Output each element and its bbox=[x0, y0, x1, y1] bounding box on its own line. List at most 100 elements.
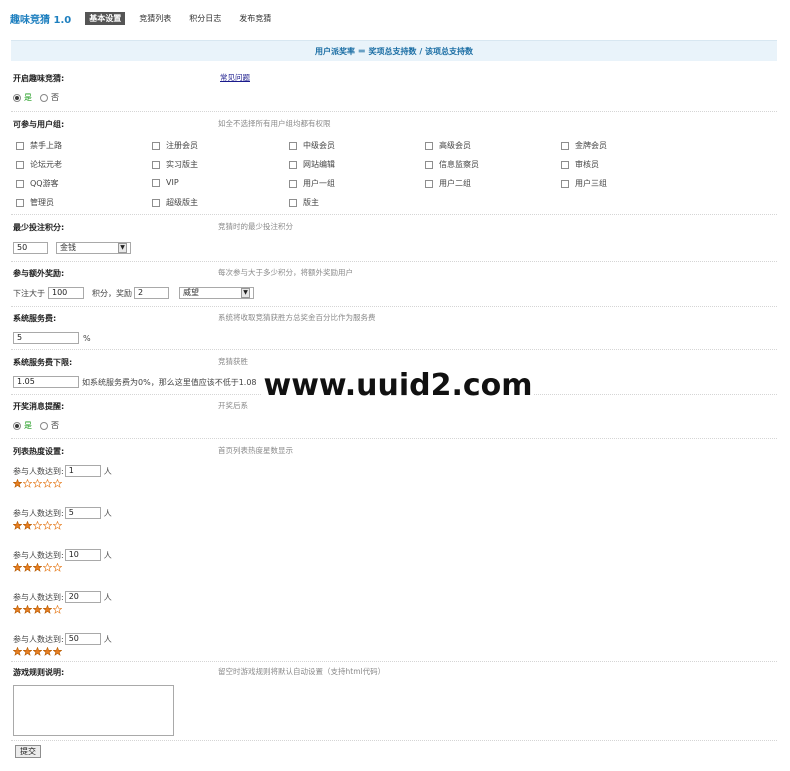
rules-hint: 留空时游戏规则将默认自动设置（支持html代码） bbox=[218, 667, 386, 676]
checkbox[interactable] bbox=[152, 141, 160, 150]
tab-publish-guess[interactable]: 发布竞猜 bbox=[235, 12, 275, 25]
checkbox[interactable] bbox=[16, 141, 24, 150]
extra-threshold-input[interactable]: 100 bbox=[48, 287, 84, 299]
group-checkbox[interactable]: 禁手上路 bbox=[16, 140, 62, 151]
open-radio-group: 是 否 bbox=[13, 92, 67, 103]
group-checkbox[interactable]: 中级会员 bbox=[289, 140, 335, 151]
checkbox[interactable] bbox=[289, 198, 297, 207]
hot-prefix: 参与人数达到: bbox=[13, 634, 64, 644]
formula-banner: 用户派奖率 ＝ 奖项总支持数 / 该项总支持数 bbox=[11, 40, 777, 61]
tab-guess-list[interactable]: 竞猜列表 bbox=[135, 12, 175, 25]
fee-input[interactable]: 5 bbox=[13, 332, 79, 344]
group-label: 管理员 bbox=[30, 198, 54, 207]
open-yes-radio[interactable] bbox=[13, 93, 21, 102]
submit-button[interactable]: 提交 bbox=[15, 745, 41, 758]
group-checkbox[interactable]: 注册会员 bbox=[152, 140, 198, 151]
hot-level-input[interactable]: 50 bbox=[64, 633, 101, 645]
min-bet-hint: 竞猜时的最少投注积分 bbox=[218, 222, 293, 231]
star-filled-icon bbox=[33, 563, 42, 572]
divider bbox=[11, 740, 777, 741]
extra-text-2: 积分，奖励 bbox=[92, 288, 132, 298]
open-label: 开启趣味竞猜: bbox=[13, 74, 65, 83]
checkbox[interactable] bbox=[16, 198, 24, 207]
extra-currency-select[interactable]: 威望 ▼ bbox=[179, 287, 254, 299]
star-empty-icon bbox=[43, 479, 52, 488]
group-checkbox[interactable]: 高级会员 bbox=[425, 140, 471, 151]
checkbox[interactable] bbox=[289, 160, 297, 169]
group-checkbox[interactable]: 管理员 bbox=[16, 197, 54, 208]
checkbox[interactable] bbox=[289, 179, 297, 188]
group-checkbox[interactable]: 审核员 bbox=[561, 159, 599, 170]
checkbox[interactable] bbox=[152, 178, 160, 187]
group-label: 中级会员 bbox=[303, 141, 335, 150]
star-filled-icon bbox=[13, 479, 22, 488]
star-empty-icon bbox=[53, 479, 62, 488]
group-label: 论坛元老 bbox=[30, 160, 62, 169]
group-checkbox[interactable]: 用户一组 bbox=[289, 178, 335, 189]
fee-label: 系统服务费: bbox=[13, 314, 57, 323]
group-checkbox[interactable]: VIP bbox=[152, 178, 179, 187]
star-filled-icon bbox=[23, 563, 32, 572]
groups-hint: 如全不选择所有用户组均都有权限 bbox=[218, 119, 331, 128]
notify-no-radio[interactable] bbox=[40, 421, 48, 430]
group-checkbox[interactable]: 版主 bbox=[289, 197, 319, 208]
tab-basic-settings[interactable]: 基本设置 bbox=[85, 11, 126, 25]
fee-row: 5 % bbox=[13, 332, 91, 344]
group-checkbox[interactable]: 实习版主 bbox=[152, 159, 198, 170]
star-filled-icon bbox=[23, 647, 32, 656]
select-value: 金钱 bbox=[60, 243, 76, 252]
extra-label: 参与额外奖励: bbox=[13, 269, 65, 278]
extra-reward-input[interactable]: 2 bbox=[134, 287, 169, 299]
group-checkbox[interactable]: QQ游客 bbox=[16, 178, 59, 189]
group-label: 禁手上路 bbox=[30, 141, 62, 150]
open-no-radio[interactable] bbox=[40, 93, 48, 102]
checkbox[interactable] bbox=[289, 141, 297, 150]
min-bet-input[interactable]: 50 bbox=[13, 242, 48, 254]
hot-unit: 人 bbox=[103, 508, 112, 518]
extra-text-1: 下注大于 bbox=[13, 288, 45, 298]
checkbox[interactable] bbox=[561, 141, 569, 150]
min-bet-currency-select[interactable]: 金钱 ▼ bbox=[56, 242, 131, 254]
select-value: 威望 bbox=[183, 288, 199, 297]
checkbox[interactable] bbox=[152, 198, 160, 207]
checkbox[interactable] bbox=[425, 141, 433, 150]
group-checkbox[interactable]: 超级版主 bbox=[152, 197, 198, 208]
checkbox[interactable] bbox=[16, 179, 24, 188]
rules-textarea[interactable] bbox=[13, 685, 174, 736]
hot-level-input[interactable]: 5 bbox=[64, 507, 101, 519]
watermark-text: www.uuid2.com bbox=[262, 364, 534, 408]
checkbox[interactable] bbox=[152, 160, 160, 169]
group-checkbox[interactable]: 用户二组 bbox=[425, 178, 471, 189]
star-filled-icon bbox=[13, 605, 22, 614]
notify-yes-radio[interactable] bbox=[13, 421, 21, 430]
group-checkbox[interactable]: 论坛元老 bbox=[16, 159, 62, 170]
checkbox[interactable] bbox=[561, 160, 569, 169]
divider bbox=[11, 306, 777, 307]
extra-row: 下注大于 100 积分，奖励 2 威望 ▼ bbox=[13, 287, 254, 299]
hot-hint: 首页列表热度星数显示 bbox=[218, 446, 293, 455]
hot-level-input[interactable]: 10 bbox=[64, 549, 101, 561]
checkbox[interactable] bbox=[425, 160, 433, 169]
checkbox[interactable] bbox=[425, 179, 433, 188]
star-filled-icon bbox=[13, 563, 22, 572]
star-filled-icon bbox=[33, 647, 42, 656]
fee-min-input[interactable]: 1.05 bbox=[13, 376, 79, 388]
group-checkbox[interactable]: 信息监察员 bbox=[425, 159, 479, 170]
checkbox[interactable] bbox=[16, 160, 24, 169]
star-filled-icon bbox=[33, 605, 42, 614]
star-filled-icon bbox=[43, 605, 52, 614]
min-bet-label: 最少投注积分: bbox=[13, 223, 65, 232]
hot-level-input[interactable]: 1 bbox=[64, 465, 101, 477]
hot-level-input[interactable]: 20 bbox=[64, 591, 101, 603]
hot-level-row: 参与人数达到: 50 人 bbox=[13, 633, 112, 645]
app-title: 趣味竞猜 1.0 bbox=[10, 14, 72, 26]
star-filled-icon bbox=[13, 647, 22, 656]
group-checkbox[interactable]: 用户三组 bbox=[561, 178, 607, 189]
faq-link[interactable]: 常见问题 bbox=[220, 72, 250, 83]
checkbox[interactable] bbox=[561, 179, 569, 188]
notify-yes-label: 是 bbox=[24, 421, 32, 430]
group-label: 超级版主 bbox=[166, 198, 198, 207]
group-checkbox[interactable]: 金牌会员 bbox=[561, 140, 607, 151]
tab-points-log[interactable]: 积分日志 bbox=[185, 12, 225, 25]
group-checkbox[interactable]: 网站编辑 bbox=[289, 159, 335, 170]
